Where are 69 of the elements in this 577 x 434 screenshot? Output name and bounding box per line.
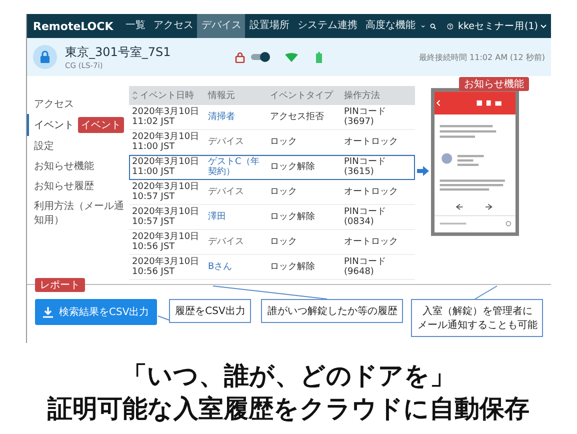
- user-menu[interactable]: kkeセミナー用(1): [458, 20, 547, 32]
- table-cell[interactable]: 清掃者: [205, 105, 267, 130]
- table-cell: 2020年3月10日 11:00 JST: [129, 154, 205, 180]
- nav-tab[interactable]: 一覧: [121, 14, 150, 38]
- table-cell[interactable]: 澤田: [205, 204, 267, 230]
- column-header[interactable]: イベント日時: [129, 86, 205, 105]
- table-cell: デバイス: [205, 180, 267, 204]
- callout-text: メール通知することも可能: [417, 318, 538, 332]
- callout-text: 履歴をCSV出力: [175, 304, 246, 318]
- help-icon[interactable]: [446, 20, 454, 32]
- arrow-icon: [417, 166, 429, 176]
- logo: RemoteLOCK: [33, 20, 114, 32]
- table-cell: 2020年3月10日 11:02 JST: [129, 105, 205, 130]
- sidebar-item[interactable]: お知らせ履歴: [34, 179, 94, 193]
- table-cell: PINコード (3697): [341, 105, 415, 130]
- caption-text: 証明可能な入室履歴をクラウドに自動保存: [46, 393, 530, 425]
- sidebar-item[interactable]: お知らせ機能: [34, 159, 94, 173]
- caption-text: 「いつ、誰が、どのドアを」: [121, 360, 456, 392]
- table-cell: PINコード (9648): [341, 254, 415, 280]
- lock-icon: [33, 45, 57, 69]
- column-header: イベントタイプ: [267, 86, 341, 105]
- sidebar-item[interactable]: アクセス: [34, 97, 74, 111]
- table-cell: オートロック: [341, 130, 415, 154]
- battery-icon: [316, 52, 322, 62]
- nav-tab[interactable]: アクセス: [149, 14, 198, 38]
- table-cell: ロック: [267, 180, 341, 204]
- table-cell: アクセス拒否: [267, 105, 341, 130]
- feature-tag: お知らせ機能: [459, 77, 529, 91]
- caret-icon[interactable]: [421, 24, 426, 28]
- callout-text: 入室（解錠）を管理者に: [422, 304, 532, 318]
- caret-icon[interactable]: [540, 24, 547, 28]
- column-header: 操作方法: [341, 86, 415, 105]
- table-cell: PINコード (0834): [341, 204, 415, 230]
- table-cell: ロック解除: [267, 154, 341, 180]
- toggle-icon: [250, 52, 271, 62]
- table-cell: デバイス: [205, 230, 267, 254]
- table-cell: ロック: [267, 130, 341, 154]
- nav-tab[interactable]: デバイス: [197, 14, 246, 38]
- last-connected-text: 最終接続時間 11:02 AM (12 秒前): [418, 52, 545, 62]
- table-cell: ロック: [267, 230, 341, 254]
- sidebar-item[interactable]: 設定: [34, 139, 54, 153]
- sidebar-item[interactable]: イベント: [34, 118, 74, 132]
- table-cell: ロック解除: [267, 204, 341, 230]
- table-cell: オートロック: [341, 180, 415, 204]
- table-cell[interactable]: Bさん: [205, 254, 267, 280]
- csv-export-button[interactable]: 検索結果をCSV出力: [35, 299, 158, 325]
- nav-tab[interactable]: 設置場所: [245, 14, 294, 38]
- table-cell[interactable]: ゲストC（年契約）: [205, 154, 267, 180]
- device-name: 東京_301号室_7S1: [65, 44, 171, 61]
- lock-icon: [234, 52, 245, 62]
- table-cell: 2020年3月10日 11:00 JST: [129, 130, 205, 154]
- nav-tab[interactable]: 高度な機能: [361, 14, 420, 38]
- table-cell: PINコード (3615): [341, 154, 415, 180]
- column-header: 情報元: [205, 86, 267, 105]
- table-cell: オートロック: [341, 230, 415, 254]
- table-cell: ロック解除: [267, 254, 341, 280]
- table-cell: デバイス: [205, 130, 267, 154]
- callout-text: 誰がいつ解錠したか等の履歴: [267, 304, 398, 318]
- nav-tab[interactable]: システム連携: [293, 14, 362, 38]
- feature-tag: レポート: [35, 278, 85, 292]
- feature-tag: イベント: [78, 117, 124, 133]
- table-cell: 2020年3月10日 10:57 JST: [129, 204, 205, 230]
- wifi-icon: [284, 52, 298, 62]
- search-icon[interactable]: [430, 20, 437, 32]
- table-cell: 2020年3月10日 10:57 JST: [129, 180, 205, 204]
- sidebar-item[interactable]: 利用方法（メール通知用）: [34, 199, 127, 227]
- table-cell: 2020年3月10日 10:56 JST: [129, 230, 205, 254]
- download-icon: [43, 306, 53, 318]
- table-cell: 2020年3月10日 10:56 JST: [129, 254, 205, 280]
